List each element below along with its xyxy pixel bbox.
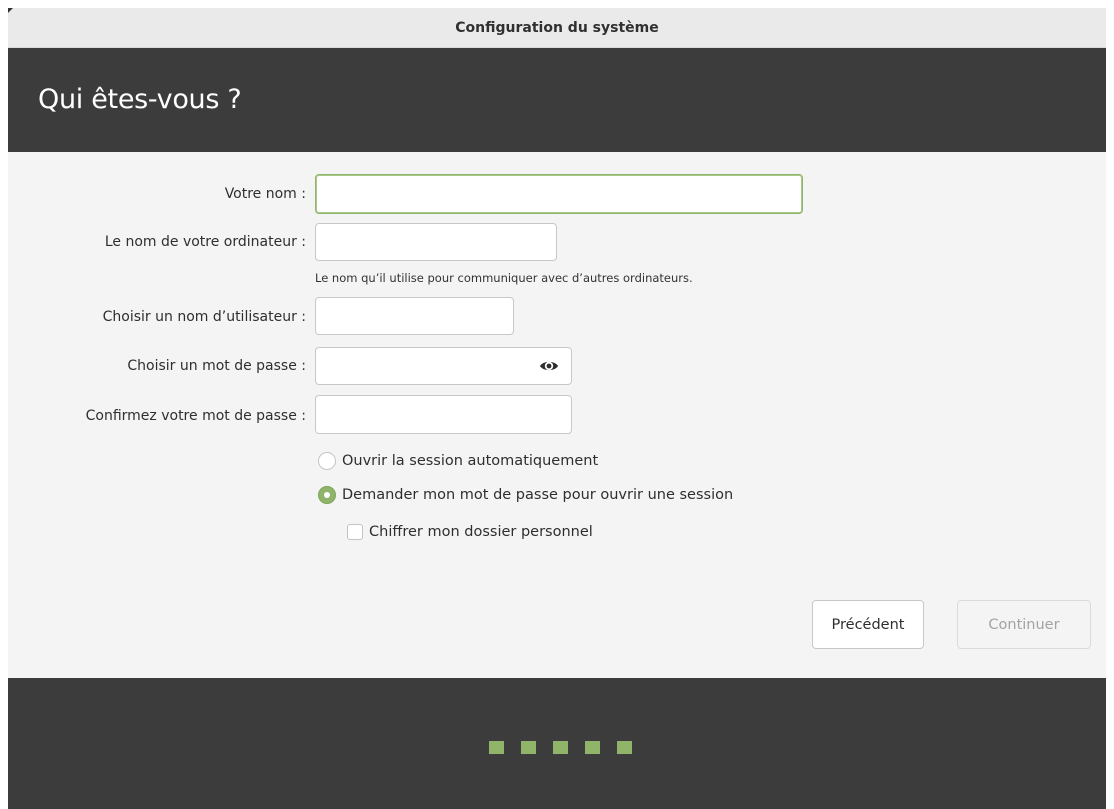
confirm-password-label: Confirmez votre mot de passe : [85,408,306,424]
installer-window: Configuration du système Qui êtes-vous ?… [8,8,1106,809]
encrypt-home-option[interactable]: Chiffrer mon dossier personnel [347,524,593,540]
name-field[interactable] [315,174,803,214]
auto-login-label: Ouvrir la session automatiquement [342,453,599,469]
username-label: Choisir un nom d’utilisateur : [102,309,306,325]
password-field[interactable] [315,347,572,385]
page-header: Qui êtes-vous ? [8,48,1106,152]
username-field[interactable] [315,297,514,335]
require-password-option[interactable]: Demander mon mot de passe pour ouvrir un… [318,486,733,504]
progress-step [489,741,504,754]
password-label: Choisir un mot de passe : [127,358,306,374]
auto-login-option[interactable]: Ouvrir la session automatiquement [318,452,598,470]
window-corner [8,8,13,13]
require-password-label: Demander mon mot de passe pour ouvrir un… [342,487,734,503]
name-label: Votre nom : [224,186,306,202]
footer-bar [8,678,1106,809]
page-title: Qui êtes-vous ? [38,84,242,115]
auto-login-radio[interactable] [318,452,336,470]
progress-step [585,741,600,754]
continue-button[interactable]: Continuer [957,600,1091,649]
encrypt-home-label: Chiffrer mon dossier personnel [369,524,593,540]
progress-indicator [489,741,632,754]
computer-name-field[interactable] [315,223,557,261]
progress-step [553,741,568,754]
computer-name-label: Le nom de votre ordinateur : [104,234,306,250]
window-titlebar[interactable]: Configuration du système [8,8,1106,48]
require-password-radio[interactable] [318,486,336,504]
progress-step [521,741,536,754]
window-title: Configuration du système [455,19,659,36]
eye-icon[interactable] [539,357,559,375]
computer-name-hint: Le nom qu’il utilise pour communiquer av… [315,271,693,285]
encrypt-home-checkbox[interactable] [347,524,363,540]
previous-button[interactable]: Précédent [812,600,924,649]
progress-step [617,741,632,754]
confirm-password-field[interactable] [315,395,572,434]
